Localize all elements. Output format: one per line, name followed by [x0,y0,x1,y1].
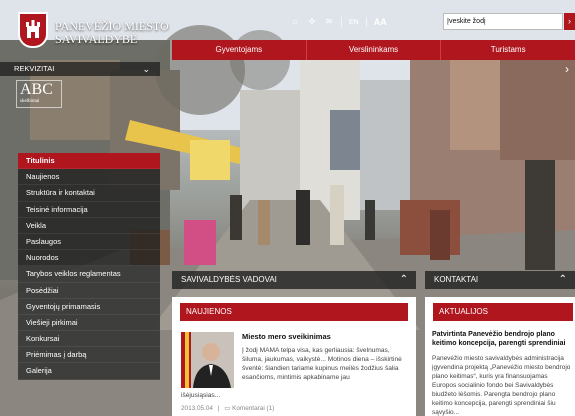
mayor-photo[interactable] [181,332,234,388]
section-vadovai-label: SAVIVALDYBĖS VADOVAI [181,275,277,284]
menu-item-titulinis[interactable]: Titulinis [18,153,160,170]
header-tools: ⌂ ✣ ✉ EN AA [290,14,387,30]
coat-of-arms-logo[interactable] [18,12,48,48]
chevron-up-icon: ⌃ [558,274,567,285]
actual-header[interactable]: AKTUALIJOS [433,303,573,321]
news-text-continuation: išėjusiąsias... [181,392,221,399]
left-menu: Titulinis Naujienos Struktūra ir kontakt… [18,153,160,380]
comment-icon: ▭ [224,405,231,412]
tools-divider [341,17,342,27]
news-date: 2013.05.04 [181,405,213,412]
news-panel: NAUJIENOS Miesto mero sveikinimas Į žodį… [172,297,416,416]
menu-item-gyventoju-priemimas[interactable]: Gyventojų primamasis [18,298,160,315]
section-kontaktai[interactable]: KONTAKTAI ⌃ [425,271,575,289]
section-vadovai[interactable]: SAVIVALDYBĖS VADOVAI ⌃ [172,271,416,289]
nav-verslininkams[interactable]: Verslininkams [306,40,442,60]
news-text: Į žodį MAMA telpa visa, kas gerliausia: … [242,347,402,381]
abc-logo-text: ABC [20,81,53,98]
chevron-right-icon[interactable]: › [565,62,569,76]
font-size-toggle[interactable]: AA [374,17,387,27]
rekvizitai-label: REKVIZITAI [14,64,55,73]
menu-item-priemimas-i-darba[interactable]: Priėmimas į darbą [18,347,160,364]
site-title[interactable]: PANEVĖŽIO MIESTO SAVIVALDYBĖ [55,20,169,46]
news-title[interactable]: Miesto mero sveikinimas [242,332,412,341]
menu-item-nuorodos[interactable]: Nuorodos [18,250,160,267]
chevron-up-icon: ⌃ [399,274,408,285]
actual-title[interactable]: Patvirtinta Panevėžio bendrojo plano kei… [432,330,572,348]
home-icon[interactable]: ⌂ [290,17,300,27]
abc-skelbimai-logo[interactable]: ABC skelbimai [16,80,62,108]
menu-item-konkursai[interactable]: Konkursai [18,331,160,348]
section-kontaktai-label: KONTAKTAI [434,275,479,284]
sitemap-icon[interactable]: ✣ [307,17,317,27]
nav-turistams[interactable]: Turistams [441,40,575,60]
site-header: PANEVĖŽIO MIESTO SAVIVALDYBĖ ⌂ ✣ ✉ EN AA… [0,0,575,62]
search-input[interactable]: Įveskite žodį [443,13,563,30]
news-header[interactable]: NAUJIENOS [180,303,408,321]
email-icon[interactable]: ✉ [324,17,334,27]
menu-item-galerija[interactable]: Galerija [18,363,160,380]
menu-item-teisine-informacija[interactable]: Teisinė informacija [18,201,160,218]
rekvizitai-toggle[interactable]: REKVIZITAI ⌄ [0,62,160,76]
tools-divider [365,17,367,27]
menu-item-veikla[interactable]: Veikla [18,217,160,234]
nav-gyventojams[interactable]: Gyventojams [172,40,307,60]
top-navigation: Gyventojams Verslininkams Turistams [172,40,575,60]
search-button[interactable]: › [564,13,575,30]
meta-divider: | [217,405,220,412]
menu-item-posedziai[interactable]: Posėdžiai [18,282,160,299]
menu-item-paslaugos[interactable]: Paslaugos [18,233,160,251]
menu-item-tarybos-reglamentas[interactable]: Tarybos veiklos reglamentas [18,266,160,283]
menu-item-struktura[interactable]: Struktūra ir kontaktai [18,185,160,202]
language-en-link[interactable]: EN [349,19,359,26]
menu-item-naujienos[interactable]: Naujienos [18,169,160,186]
actual-text: Panevėžio miesto savivaldybės administra… [432,355,571,416]
site-title-line2: SAVIVALDYBĖ [55,32,138,46]
news-meta: 2013.05.04 | ▭ Komentarai (1) [181,404,274,412]
abc-logo-subtext: skelbimai [20,99,40,104]
chevron-down-icon: ⌄ [142,64,150,74]
menu-item-viesieji-pirkimai[interactable]: Viešieji pirkimai [18,314,160,332]
news-comments-link[interactable]: Komentarai (1) [232,405,274,412]
actual-panel: AKTUALIJOS Patvirtinta Panevėžio bendroj… [425,297,575,416]
